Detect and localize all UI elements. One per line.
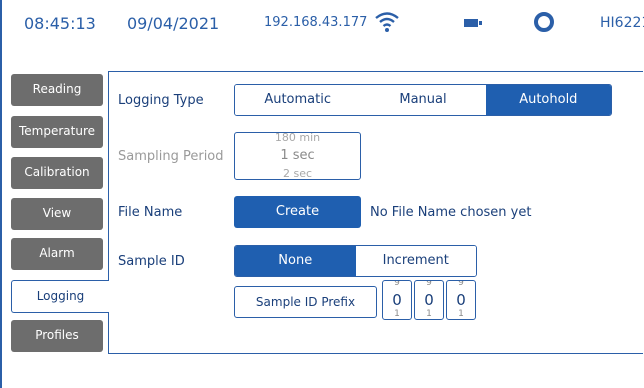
tab-profiles[interactable]: Profiles bbox=[11, 320, 103, 352]
tab-reading[interactable]: Reading bbox=[11, 74, 103, 106]
frame-border bbox=[0, 0, 2, 388]
sample-id-none[interactable]: None bbox=[235, 246, 356, 276]
logging-type-label: Logging Type bbox=[118, 93, 204, 108]
sampling-next-value: 2 sec bbox=[282, 167, 313, 180]
digit-prev: 9 bbox=[426, 280, 432, 288]
clock-date: 09/04/2021 bbox=[127, 14, 220, 33]
prefix-digit-2[interactable]: 9 0 1 bbox=[414, 280, 444, 320]
clock-time: 08:45:13 bbox=[24, 14, 96, 33]
sampling-current-value: 1 sec bbox=[280, 148, 315, 163]
status-bar: 08:45:13 09/04/2021 192.168.43.177 HI622… bbox=[2, 0, 644, 48]
digit-next: 1 bbox=[394, 309, 400, 319]
sampling-period-label: Sampling Period bbox=[118, 149, 224, 164]
sampling-prev-value: 180 min bbox=[274, 132, 321, 144]
digit-next: 1 bbox=[426, 309, 432, 319]
tab-view[interactable]: View bbox=[11, 198, 103, 230]
tab-temperature[interactable]: Temperature bbox=[11, 116, 103, 148]
digit-next: 1 bbox=[458, 309, 464, 319]
sample-id-increment[interactable]: Increment bbox=[355, 246, 476, 276]
logging-type-manual[interactable]: Manual bbox=[360, 85, 486, 115]
sampling-period-picker[interactable]: 180 min 1 sec 2 sec bbox=[234, 132, 361, 180]
tab-logging[interactable]: Logging bbox=[11, 280, 109, 313]
digit-value: 0 bbox=[392, 291, 402, 309]
prefix-digit-3[interactable]: 9 0 1 bbox=[446, 280, 476, 320]
tab-alarm[interactable]: Alarm bbox=[11, 238, 103, 270]
file-name-status: No File Name chosen yet bbox=[370, 205, 532, 220]
battery-icon bbox=[464, 19, 482, 27]
prefix-digit-1[interactable]: 9 0 1 bbox=[382, 280, 412, 320]
logging-type-selector: Automatic Manual Autohold bbox=[234, 84, 612, 116]
model-name: HI6221 bbox=[600, 15, 644, 31]
ip-address: 192.168.43.177 bbox=[264, 15, 368, 30]
logging-type-autohold[interactable]: Autohold bbox=[485, 85, 611, 115]
sample-id-prefix-button[interactable]: Sample ID Prefix bbox=[234, 286, 377, 318]
digit-value: 0 bbox=[424, 291, 434, 309]
digit-value: 0 bbox=[456, 291, 466, 309]
digit-prev: 9 bbox=[394, 280, 400, 288]
wifi-icon bbox=[375, 12, 399, 32]
sample-id-selector: None Increment bbox=[234, 245, 477, 277]
tab-calibration[interactable]: Calibration bbox=[11, 157, 103, 189]
ring-status-icon bbox=[534, 12, 554, 32]
file-name-label: File Name bbox=[118, 205, 183, 220]
digit-prev: 9 bbox=[458, 280, 464, 288]
sample-id-label: Sample ID bbox=[118, 254, 185, 269]
logging-type-automatic[interactable]: Automatic bbox=[235, 85, 361, 115]
create-file-button[interactable]: Create bbox=[234, 196, 361, 228]
